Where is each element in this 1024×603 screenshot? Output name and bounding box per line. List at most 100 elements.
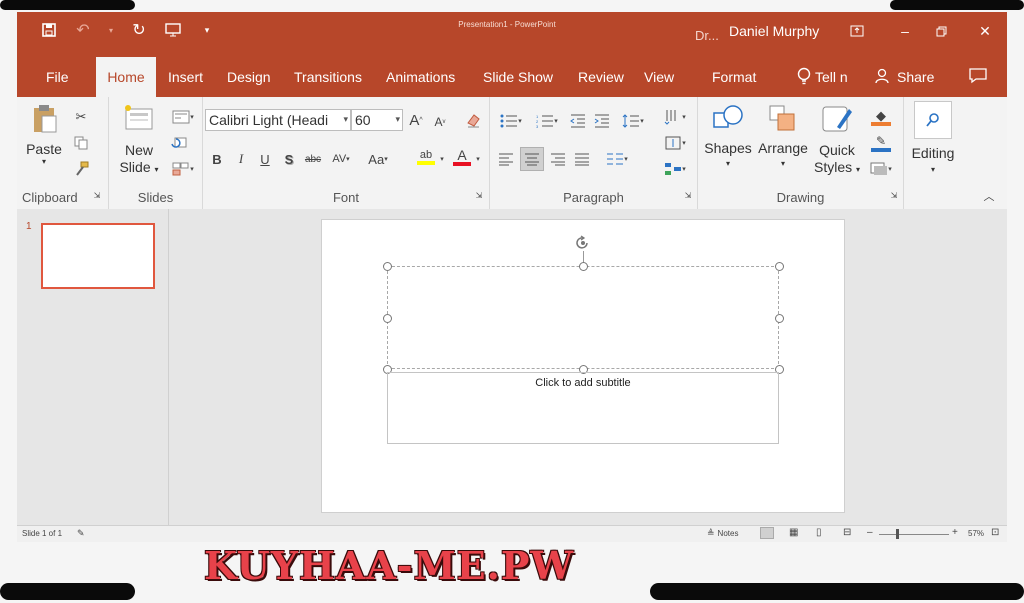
editing-button[interactable]: Editing ▾ [906, 101, 960, 174]
align-center-icon[interactable] [520, 147, 544, 171]
font-color-icon[interactable]: A [451, 147, 473, 167]
undo-icon[interactable]: ↶ [73, 20, 93, 40]
paragraph-launcher-icon[interactable]: ⇲ [682, 189, 694, 201]
user-name[interactable]: Daniel Murphy [729, 23, 819, 39]
undo-dropdown-icon[interactable]: ▾ [107, 20, 115, 40]
numbering-icon[interactable]: 1 2 3 ▾ [532, 111, 562, 131]
zoom-out-icon[interactable]: – [867, 527, 873, 538]
convert-to-smartart-icon[interactable]: ▾ [660, 159, 690, 179]
bullets-icon[interactable]: ▾ [496, 111, 526, 131]
tab-transitions[interactable]: Transitions [284, 57, 372, 97]
resize-handle-top[interactable] [579, 262, 588, 271]
title-placeholder[interactable] [387, 266, 779, 369]
copy-icon[interactable] [71, 133, 91, 153]
columns-icon[interactable]: ▾ [602, 149, 632, 169]
presentation-from-start-icon[interactable] [163, 20, 183, 40]
reset-slide-icon[interactable] [169, 133, 189, 153]
text-shadow-icon[interactable]: S [279, 149, 299, 169]
align-left-icon[interactable] [496, 149, 516, 169]
clipboard-launcher-icon[interactable]: ⇲ [91, 189, 103, 201]
notes-button[interactable]: ≜ Notes [707, 528, 738, 539]
increase-font-size-icon[interactable]: A ^ [406, 110, 426, 130]
resize-handle-right[interactable] [775, 314, 784, 323]
font-color-dropdown-icon[interactable]: ▾ [473, 149, 483, 169]
decrease-indent-icon[interactable] [568, 111, 588, 131]
zoom-slider[interactable] [879, 534, 949, 535]
bold-icon[interactable]: B [207, 149, 227, 169]
section-icon[interactable]: ▾ [169, 159, 197, 179]
close-icon[interactable]: ✕ [975, 21, 995, 41]
font-launcher-icon[interactable]: ⇲ [473, 189, 485, 201]
font-size-combo[interactable]: 60 ▾ [351, 109, 403, 131]
slide-sorter-icon[interactable]: ▦ [789, 527, 798, 538]
tab-view[interactable]: View [634, 57, 684, 97]
character-spacing-icon[interactable]: AV ▾ [327, 149, 355, 169]
text-direction-icon[interactable]: ▾ [660, 107, 690, 127]
justify-icon[interactable] [572, 149, 592, 169]
resize-handle-top-right[interactable] [775, 262, 784, 271]
tab-home[interactable]: Home [96, 57, 156, 97]
tab-insert[interactable]: Insert [158, 57, 213, 97]
align-right-icon[interactable] [548, 149, 568, 169]
quick-styles-button[interactable]: Quick Styles ▾ [812, 103, 862, 178]
tab-animations[interactable]: Animations [376, 57, 465, 97]
italic-icon[interactable]: I [231, 149, 251, 169]
strikethrough-icon[interactable]: abc [303, 149, 323, 169]
customize-qat-icon[interactable]: ▾ [197, 20, 217, 40]
decrease-font-size-icon[interactable]: Av [430, 112, 450, 132]
tell-me-box[interactable]: Tell n [787, 57, 858, 97]
font-size-dropdown-icon[interactable]: ▾ [395, 114, 400, 125]
tab-slide-show[interactable]: Slide Show [473, 57, 563, 97]
normal-view-icon[interactable] [760, 527, 774, 539]
slide[interactable]: Click to add subtitle [321, 219, 845, 513]
reading-view-icon[interactable]: ▯ [816, 527, 822, 538]
shapes-label: Shapes [704, 140, 752, 156]
redo-icon[interactable]: ↻ [129, 20, 149, 40]
tab-file[interactable]: File [36, 57, 79, 97]
clear-formatting-icon[interactable] [463, 110, 483, 130]
cut-icon[interactable]: ✂ [71, 107, 91, 127]
resize-handle-left[interactable] [383, 314, 392, 323]
drawing-launcher-icon[interactable]: ⇲ [888, 189, 900, 201]
minimize-icon[interactable]: – [895, 21, 915, 41]
subtitle-placeholder[interactable]: Click to add subtitle [387, 372, 779, 444]
share-button[interactable]: Share [865, 57, 944, 97]
shape-outline-icon[interactable]: ✎ [864, 133, 898, 153]
tab-review[interactable]: Review [568, 57, 634, 97]
save-icon[interactable] [39, 20, 59, 40]
ribbon-display-options-icon[interactable] [847, 21, 867, 41]
shape-effects-icon[interactable]: ▾ [864, 159, 898, 179]
slide-show-view-icon[interactable]: ⊟ [843, 527, 851, 538]
slide-thumbnail[interactable] [41, 223, 155, 289]
share-label: Share [897, 69, 935, 85]
new-slide-label-1: New [124, 142, 153, 158]
spell-check-icon[interactable]: ✎ [77, 528, 85, 539]
line-spacing-icon[interactable]: ▾ [618, 111, 648, 131]
zoom-in-icon[interactable]: + [952, 527, 958, 538]
increase-indent-icon[interactable] [592, 111, 612, 131]
collapse-ribbon-icon[interactable]: ︿ [981, 189, 997, 203]
shape-fill-icon[interactable]: ◆ [864, 107, 898, 127]
fit-slide-icon[interactable]: ⊡ [991, 527, 999, 538]
clipboard-group: Paste ▾ ✂ Clipboard ⇲ [17, 97, 109, 209]
format-painter-icon[interactable] [71, 159, 91, 179]
font-name-combo[interactable]: Calibri Light (Headi ▾ [205, 109, 351, 131]
zoom-slider-thumb[interactable] [896, 529, 899, 539]
layout-icon[interactable]: ▾ [169, 107, 197, 127]
resize-handle-top-left[interactable] [383, 262, 392, 271]
tab-design[interactable]: Design [217, 57, 281, 97]
underline-icon[interactable]: U [255, 149, 275, 169]
rotate-handle-icon[interactable] [575, 235, 591, 251]
shapes-button[interactable]: Shapes ▾ [702, 103, 754, 168]
paste-button[interactable]: Paste ▾ [23, 103, 65, 166]
arrange-button[interactable]: Arrange ▾ [754, 103, 812, 168]
change-case-icon[interactable]: Aa ▾ [363, 149, 393, 169]
align-text-icon[interactable]: ▾ [660, 133, 690, 153]
comments-button[interactable] [959, 57, 997, 97]
tab-format[interactable]: Format [702, 57, 766, 97]
restore-icon[interactable] [931, 21, 951, 41]
new-slide-button[interactable]: New Slide ▾ [117, 103, 161, 178]
font-name-dropdown-icon[interactable]: ▾ [343, 114, 348, 125]
highlight-dropdown-icon[interactable]: ▾ [437, 149, 447, 169]
zoom-level[interactable]: 57% [968, 529, 984, 538]
